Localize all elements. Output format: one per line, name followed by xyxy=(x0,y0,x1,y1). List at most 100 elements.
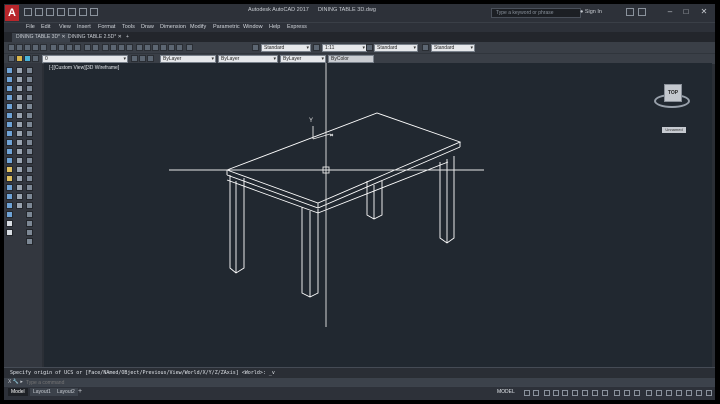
autocad-logo-icon[interactable]: A xyxy=(5,5,19,21)
preview-icon[interactable] xyxy=(40,44,47,51)
paste-icon[interactable] xyxy=(66,44,73,51)
command-input[interactable] xyxy=(26,379,326,386)
stretch-icon[interactable] xyxy=(16,139,23,146)
undo-tool-icon[interactable] xyxy=(84,44,91,51)
region-icon[interactable] xyxy=(6,211,13,218)
customize-menu-icon[interactable] xyxy=(706,390,712,396)
menu-window[interactable]: Window xyxy=(243,24,263,30)
menu-insert[interactable]: Insert xyxy=(77,24,91,30)
layer-freeze-icon[interactable] xyxy=(24,55,31,62)
rectangle-icon[interactable] xyxy=(6,103,13,110)
maximize-icon[interactable]: □ xyxy=(680,6,692,18)
dim-radius-icon[interactable] xyxy=(26,202,33,209)
explode-icon[interactable] xyxy=(16,202,23,209)
markup-icon[interactable] xyxy=(168,44,175,51)
make-current-icon[interactable] xyxy=(131,55,138,62)
linetype-select[interactable]: ByLayer ▾ xyxy=(218,55,278,63)
redo-icon[interactable] xyxy=(90,8,98,16)
ortho-icon[interactable] xyxy=(544,390,550,396)
file-tab-dining-table-25d[interactable]: DINING TABLE 2.5D* ✕ xyxy=(64,33,126,42)
file-tab-dining-table-3d[interactable]: DINING TABLE 3D* ✕ xyxy=(12,33,70,42)
osnap-quadrant-icon[interactable] xyxy=(26,103,33,110)
annotation-visibility-icon[interactable] xyxy=(624,390,630,396)
sheet-set-icon[interactable] xyxy=(160,44,167,51)
insert-block-icon[interactable] xyxy=(6,166,13,173)
clean-screen-icon[interactable] xyxy=(696,390,702,396)
osnap-perpendicular-icon[interactable] xyxy=(26,121,33,128)
save-as-icon[interactable] xyxy=(57,8,65,16)
osnap-midpoint-icon[interactable] xyxy=(26,76,33,83)
chamfer-icon[interactable] xyxy=(16,184,23,191)
new-tab-button[interactable]: + xyxy=(122,33,133,42)
dim-baseline-icon[interactable] xyxy=(26,220,33,227)
osnap-tangent-icon[interactable] xyxy=(26,112,33,119)
qnew-icon[interactable] xyxy=(8,44,15,51)
color-select[interactable]: ByLayer ▾ xyxy=(160,55,216,63)
model-space-toggle[interactable]: MODEL xyxy=(497,389,515,395)
design-center-icon[interactable] xyxy=(144,44,151,51)
menu-draw[interactable]: Draw xyxy=(141,24,154,30)
hardware-acceleration-icon[interactable] xyxy=(686,390,692,396)
menu-modify[interactable]: Modify xyxy=(190,24,206,30)
snap-icon[interactable] xyxy=(533,390,539,396)
trim-icon[interactable] xyxy=(16,148,23,155)
transparency-icon[interactable] xyxy=(602,390,608,396)
table-icon[interactable] xyxy=(6,220,13,227)
object-track-icon[interactable] xyxy=(572,390,578,396)
dim-angular-icon[interactable] xyxy=(26,211,33,218)
layer-previous-icon[interactable] xyxy=(139,55,146,62)
copy-object-icon[interactable] xyxy=(16,76,23,83)
osnap-node-icon[interactable] xyxy=(26,148,33,155)
ellipse-icon[interactable] xyxy=(6,148,13,155)
table-style-select[interactable]: Standard ▾ xyxy=(374,44,418,52)
mirror-icon[interactable] xyxy=(16,85,23,92)
save-file-icon[interactable] xyxy=(24,44,31,51)
menu-file[interactable]: File xyxy=(26,24,35,30)
print-icon[interactable] xyxy=(32,44,39,51)
menu-dimension[interactable]: Dimension xyxy=(160,24,186,30)
properties-icon[interactable] xyxy=(136,44,143,51)
layer-lock-icon[interactable] xyxy=(32,55,39,62)
osnap-center-icon[interactable] xyxy=(26,94,33,101)
menu-tools[interactable]: Tools xyxy=(122,24,135,30)
zoom-previous-icon[interactable] xyxy=(126,44,133,51)
mleader-style-icon[interactable] xyxy=(422,44,429,51)
lineweight-select[interactable]: ByLayer ▾ xyxy=(280,55,326,63)
cut-icon[interactable] xyxy=(50,44,57,51)
quick-properties-icon[interactable] xyxy=(666,390,672,396)
quickcalc-icon[interactable] xyxy=(176,44,183,51)
arc-icon[interactable] xyxy=(6,112,13,119)
revision-cloud-icon[interactable] xyxy=(6,130,13,137)
text-style-select[interactable]: Standard ▾ xyxy=(261,44,311,52)
sign-in-link[interactable]: ● Sign In xyxy=(580,9,602,15)
menu-help[interactable]: Help xyxy=(269,24,280,30)
dim-style-icon[interactable] xyxy=(313,44,320,51)
scale-icon[interactable] xyxy=(16,130,23,137)
menu-edit[interactable]: Edit xyxy=(41,24,50,30)
erase-icon[interactable] xyxy=(16,67,23,74)
plot-style-select[interactable]: ByColor xyxy=(328,55,374,63)
open-file-icon[interactable] xyxy=(16,44,23,51)
make-block-icon[interactable] xyxy=(6,175,13,182)
layout-tab-layout2[interactable]: Layout2 xyxy=(54,388,78,396)
mtext-icon[interactable] xyxy=(6,229,13,236)
minimize-icon[interactable]: – xyxy=(664,6,676,18)
join-icon[interactable] xyxy=(16,175,23,182)
osnap-endpoint-icon[interactable] xyxy=(26,67,33,74)
extend-icon[interactable] xyxy=(16,157,23,164)
osnap-parallel-icon[interactable] xyxy=(26,130,33,137)
point-icon[interactable] xyxy=(6,184,13,191)
layer-properties-icon[interactable] xyxy=(8,55,15,62)
osnap-settings-icon[interactable] xyxy=(26,175,33,182)
new-icon[interactable] xyxy=(24,8,32,16)
drawing-viewport[interactable]: [-][Custom View][3D Wireframe] Y TOP Unn… xyxy=(44,63,712,367)
dim-aligned-icon[interactable] xyxy=(26,193,33,200)
dim-linear-icon[interactable] xyxy=(26,184,33,191)
search-input[interactable]: Type a keyword or phrase xyxy=(491,8,581,18)
annotation-scale-icon[interactable] xyxy=(614,390,620,396)
new-layout-button[interactable]: + xyxy=(78,388,82,395)
spline-icon[interactable] xyxy=(6,139,13,146)
command-line-prefix-icons[interactable]: X 🔧 ▸ xyxy=(8,379,23,385)
plot-icon[interactable] xyxy=(68,8,76,16)
help-icon[interactable] xyxy=(638,8,646,16)
